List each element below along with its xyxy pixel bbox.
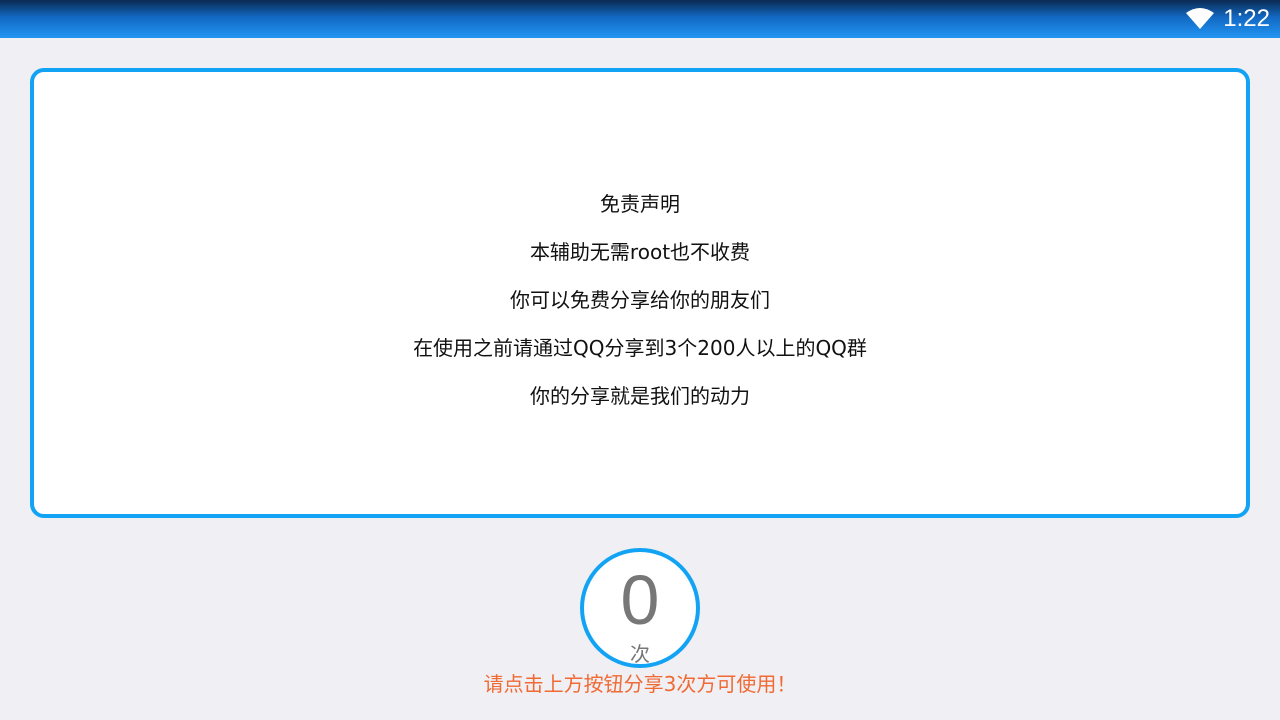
status-right: 1:22 — [1185, 0, 1270, 38]
share-hint: 请点击上方按钮分享3次方可使用！ — [483, 672, 797, 696]
clock: 1:22 — [1223, 5, 1270, 32]
disclaimer-lines: 免责声明 本辅助无需root也不收费 你可以免费分享给你的朋友们 在使用之前请通… — [34, 180, 1246, 420]
disclaimer-title: 免责声明 — [600, 192, 680, 216]
disclaimer-line: 本辅助无需root也不收费 — [529, 240, 751, 264]
share-count: 0 — [620, 561, 660, 639]
wifi-icon — [1186, 8, 1215, 29]
status-bar: 1:22 — [0, 0, 1280, 38]
disclaimer-line: 在使用之前请通过QQ分享到3个200人以上的QQ群 — [413, 336, 867, 360]
share-count-unit: 次 — [630, 642, 650, 666]
disclaimer-line: 你可以免费分享给你的朋友们 — [510, 288, 770, 312]
share-counter-button[interactable]: 0 次 — [580, 548, 700, 668]
disclaimer-card: 免责声明 本辅助无需root也不收费 你可以免费分享给你的朋友们 在使用之前请通… — [30, 68, 1250, 518]
disclaimer-line: 你的分享就是我们的动力 — [530, 384, 750, 408]
